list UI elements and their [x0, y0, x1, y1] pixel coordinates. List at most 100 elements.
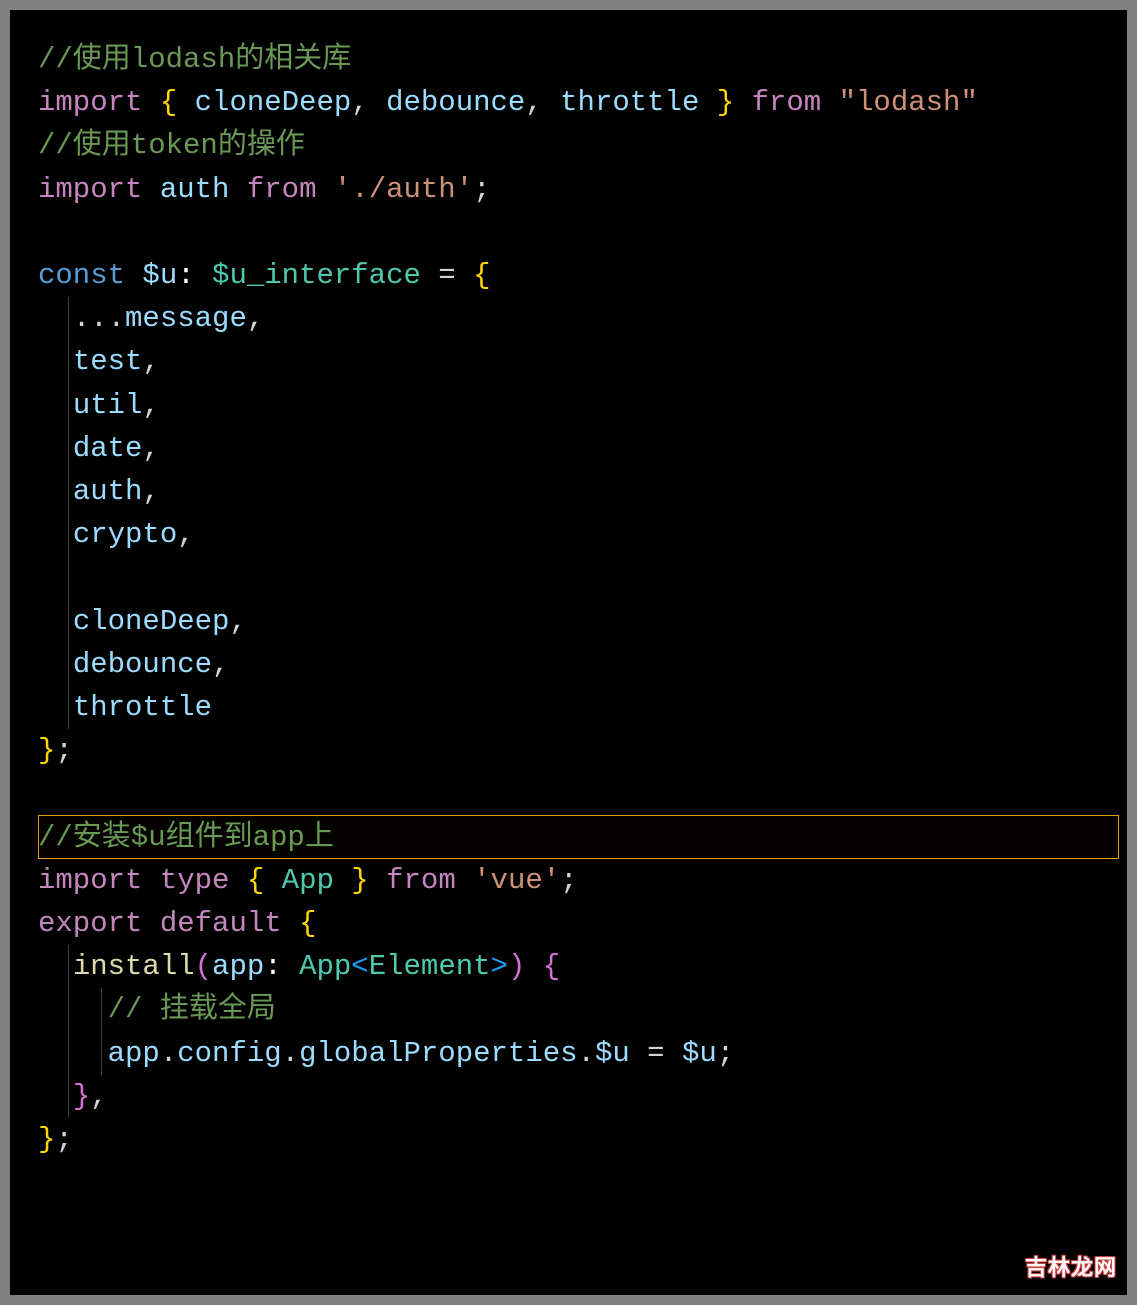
type: $u_interface: [212, 259, 421, 292]
indent-guide: [101, 1032, 102, 1075]
spread: ...: [73, 302, 125, 335]
identifier: app: [212, 950, 264, 983]
punct: ;: [473, 173, 490, 206]
code-line: };: [38, 1118, 1099, 1161]
indent-guide: [68, 427, 69, 470]
comment-text: //安装$u组件到app上: [38, 821, 334, 854]
brace: {: [299, 907, 316, 940]
code-editor[interactable]: //使用lodash的相关库 import { cloneDeep, debou…: [10, 10, 1127, 1295]
punct: ;: [560, 864, 577, 897]
identifier: crypto: [73, 518, 177, 551]
keyword: from: [752, 86, 822, 119]
identifier: $u: [595, 1037, 630, 1070]
identifier: test: [73, 345, 143, 378]
punct: =: [647, 1037, 664, 1070]
comment-text: //使用token的操作: [38, 129, 305, 162]
indent-guide: [68, 600, 69, 643]
keyword: default: [160, 907, 282, 940]
punct: :: [177, 259, 194, 292]
identifier: app: [108, 1037, 160, 1070]
brace: {: [160, 86, 177, 119]
identifier: config: [177, 1037, 281, 1070]
type: App: [299, 950, 351, 983]
keyword: export: [38, 907, 142, 940]
indent-guide: [68, 470, 69, 513]
identifier: message: [125, 302, 247, 335]
code-line: [38, 772, 1099, 815]
keyword: from: [247, 173, 317, 206]
brace: }: [38, 734, 55, 767]
indent-guide: [101, 988, 102, 1031]
identifier: throttle: [560, 86, 699, 119]
identifier: throttle: [73, 691, 212, 724]
brace: {: [473, 259, 490, 292]
indent-guide: [68, 945, 69, 988]
angle-bracket: >: [491, 950, 508, 983]
keyword: type: [160, 864, 230, 897]
string-literal: "lodash": [839, 86, 978, 119]
indent-guide: [68, 643, 69, 686]
punct: ,: [525, 86, 542, 119]
punct: .: [160, 1037, 177, 1070]
punct: ,: [142, 389, 159, 422]
punct: ;: [55, 1123, 72, 1156]
code-line: test,: [38, 340, 1099, 383]
brace: {: [247, 864, 264, 897]
keyword: const: [38, 259, 125, 292]
punct: ,: [177, 518, 194, 551]
code-line: util,: [38, 384, 1099, 427]
type: Element: [369, 950, 491, 983]
indent-guide: [68, 988, 69, 1031]
indent-guide: [68, 686, 69, 729]
keyword: import: [38, 864, 142, 897]
code-line: export default {: [38, 902, 1099, 945]
keyword: import: [38, 173, 142, 206]
punct: ,: [90, 1080, 107, 1113]
code-line: install(app: App<Element>) {: [38, 945, 1099, 988]
indent-guide: [68, 556, 69, 599]
identifier: debounce: [73, 648, 212, 681]
code-line: //使用lodash的相关库: [38, 38, 1099, 81]
code-line: const $u: $u_interface = {: [38, 254, 1099, 297]
code-line: app.config.globalProperties.$u = $u;: [38, 1032, 1099, 1075]
brace: {: [543, 950, 560, 983]
punct: ,: [142, 432, 159, 465]
code-line: import type { App } from 'vue';: [38, 859, 1099, 902]
code-line: [38, 211, 1099, 254]
code-line: ...message,: [38, 297, 1099, 340]
indent-guide: [68, 1032, 69, 1075]
punct: :: [264, 950, 281, 983]
punct: ,: [142, 475, 159, 508]
string-literal: 'vue': [473, 864, 560, 897]
punct: ,: [212, 648, 229, 681]
paren: (: [195, 950, 212, 983]
identifier: util: [73, 389, 143, 422]
watermark-text: 吉林龙网: [1025, 1246, 1117, 1289]
brace: }: [73, 1080, 90, 1113]
indent-guide: [68, 384, 69, 427]
punct: ,: [351, 86, 368, 119]
punct: ,: [247, 302, 264, 335]
brace: }: [351, 864, 368, 897]
brace: }: [38, 1123, 55, 1156]
indent-guide: [68, 340, 69, 383]
code-line: [38, 556, 1099, 599]
string-literal: './auth': [334, 173, 473, 206]
indent-guide: [68, 297, 69, 340]
keyword: from: [386, 864, 456, 897]
code-line: auth,: [38, 470, 1099, 513]
code-line: crypto,: [38, 513, 1099, 556]
identifier: cloneDeep: [73, 605, 230, 638]
code-line: //使用token的操作: [38, 124, 1099, 167]
indent-guide: [68, 513, 69, 556]
punct: ,: [142, 345, 159, 378]
punct: ,: [229, 605, 246, 638]
code-line: };: [38, 729, 1099, 772]
code-line: cloneDeep,: [38, 600, 1099, 643]
type: App: [282, 864, 334, 897]
punct: .: [578, 1037, 595, 1070]
code-line: debounce,: [38, 643, 1099, 686]
identifier: cloneDeep: [195, 86, 352, 119]
punct: =: [438, 259, 455, 292]
code-line: },: [38, 1075, 1099, 1118]
